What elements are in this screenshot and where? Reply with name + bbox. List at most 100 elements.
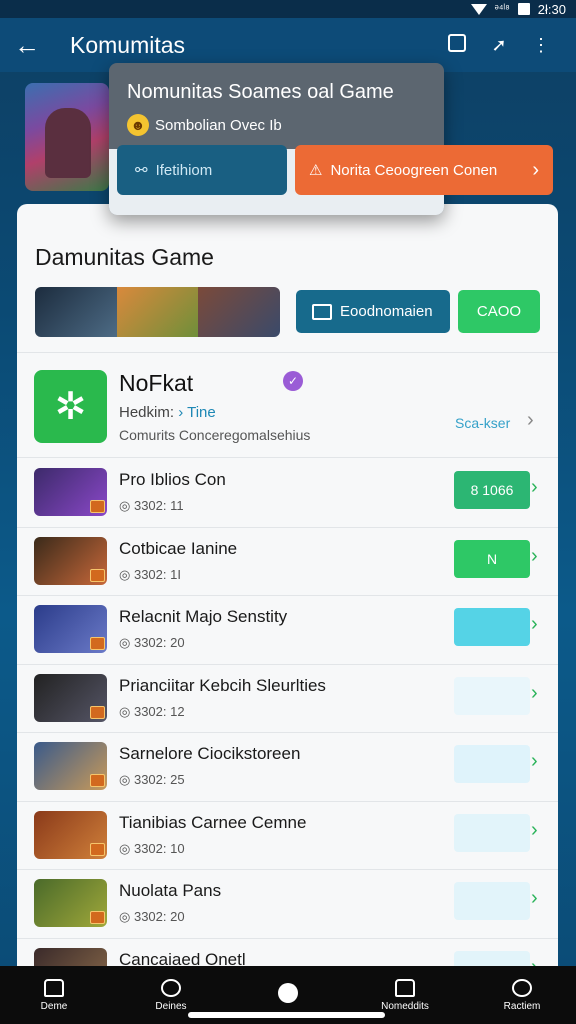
level-badge-icon	[90, 774, 105, 787]
emoji-icon: ☻	[127, 114, 149, 136]
divider	[17, 937, 558, 939]
nav-profile-label: Ractiem	[503, 1000, 541, 1012]
featured-sub-prefix: Hedkim:	[119, 404, 175, 421]
signal-text: ᵊ⁴ˡ⁸	[494, 3, 510, 15]
game-stat: ◎ 3302: 12	[119, 703, 185, 719]
popup-subtitle-text: Sombolian Ovec Ib	[155, 116, 282, 134]
divider	[17, 457, 558, 458]
game-thumbnail	[34, 673, 107, 722]
screenshots-strip[interactable]	[35, 287, 280, 337]
screenshot-thumb	[116, 287, 199, 337]
popup-dialog: Nomunitas Soames oal Game ☻ Sombolian Ov…	[109, 63, 553, 215]
list-item[interactable]: Sarnelore Ciocikstoreen ◎ 3302: 25 ›	[17, 734, 558, 802]
primary-action-label: Eoodnomaien	[340, 303, 433, 320]
featured-subtitle: Hedkim: › Tine	[119, 404, 216, 421]
community-banner-image	[25, 83, 109, 191]
featured-link[interactable]: Sca-kser	[455, 415, 510, 431]
warning-icon: ⚠	[309, 162, 323, 179]
popup-right-button[interactable]: ⚠ Norita Ceoogreen Conen ›	[295, 145, 553, 195]
level-badge-icon	[90, 568, 105, 582]
list-item[interactable]: Nuolata Pans ◎ 3302: 20 ›	[17, 871, 558, 939]
featured-description: Comurits Conceregomalsehius	[119, 427, 311, 443]
featured-sub-link-text: Tine	[187, 404, 216, 421]
list-item[interactable]: Pro Iblios Con ◎ 3302: 11 8 1066 ›	[17, 460, 558, 528]
featured-app-icon[interactable]: ✲	[34, 370, 107, 443]
game-thumbnail	[34, 810, 107, 859]
home-indicator[interactable]	[188, 1012, 385, 1018]
verified-badge-icon: ✓	[283, 371, 303, 391]
window-icon[interactable]	[436, 33, 478, 57]
popup-buttons: ⚯ Ifetihiom ⚠ Norita Ceoogreen Conen ›	[117, 145, 553, 195]
back-arrow-icon[interactable]: ←	[14, 30, 54, 61]
home-icon	[44, 978, 64, 997]
profile-icon	[512, 978, 532, 997]
gallery-icon	[395, 978, 415, 997]
chevron-right-icon[interactable]: ›	[527, 409, 534, 432]
screenshot-thumb	[198, 287, 280, 337]
join-button[interactable]	[454, 813, 530, 852]
popup-title: Nomunitas Soames oal Game	[127, 81, 394, 103]
screenshot-thumb	[35, 287, 117, 337]
share-icon[interactable]: ➚	[478, 35, 520, 56]
game-name: Prianciitar Kebcih Sleurlties	[119, 675, 326, 695]
level-badge-icon	[90, 705, 105, 719]
divider	[17, 732, 558, 733]
popup-left-button-label: Ifetihiom	[155, 161, 213, 179]
chevron-right-icon[interactable]: ›	[531, 819, 538, 842]
link-icon: ⚯	[135, 162, 148, 179]
chevron-right-icon[interactable]: ›	[531, 750, 538, 773]
game-stat: ◎ 3302: 20	[119, 909, 185, 924]
join-button[interactable]: N	[454, 539, 530, 578]
join-button[interactable]	[454, 745, 530, 783]
popup-left-button[interactable]: ⚯ Ifetihiom	[117, 145, 287, 195]
green-action-button[interactable]: CAOO	[458, 290, 540, 333]
list-item[interactable]: Cotbicae Ianine ◎ 3302: 1I N ›	[17, 529, 558, 597]
divider	[17, 800, 558, 802]
game-stat-text: 3302: 20	[133, 635, 185, 650]
primary-action-button[interactable]: Eoodnomaien	[296, 290, 450, 333]
game-stat: ◎ 3302: 25	[119, 772, 185, 787]
status-bar: ᵊ⁴ˡ⁸ 2ł:30	[0, 0, 576, 18]
game-name: Sarnelore Ciocikstoreen	[119, 744, 301, 763]
join-button-label: N	[486, 550, 498, 567]
join-button[interactable]	[454, 882, 530, 920]
nav-games[interactable]: Deines	[131, 978, 211, 1012]
chevron-right-icon[interactable]: ›	[531, 545, 538, 568]
page-title: Komumitas	[70, 31, 186, 58]
list-item[interactable]: Prianciitar Kebcih Sleurlties ◎ 3302: 12 ›	[17, 666, 558, 734]
list-item[interactable]: Tianibias Carnee Cemne ◎ 3302: 10 ›	[17, 803, 558, 871]
featured-sub-link[interactable]: › Tine	[178, 404, 216, 421]
battery-icon	[517, 3, 530, 15]
nav-communities[interactable]: Nomeddits	[365, 978, 445, 1012]
chevron-right-icon[interactable]: ›	[531, 476, 538, 499]
chevron-right-icon[interactable]: ›	[531, 613, 538, 636]
chevron-right-icon: ›	[532, 158, 539, 181]
game-name: Pro Iblios Con	[119, 470, 226, 489]
list-item[interactable]: Relacnit Majo Senstity ◎ 3302: 20 ›	[17, 597, 558, 665]
nav-profile[interactable]: Ractiem	[482, 978, 562, 1012]
join-button[interactable]: 8 1066	[454, 471, 530, 509]
game-stat: ◎ 3302: 1I	[119, 566, 181, 582]
game-stat-text: 3302: 10	[133, 840, 185, 856]
chevron-right-icon[interactable]: ›	[531, 682, 538, 705]
game-stat: ◎ 3302: 10	[119, 840, 185, 856]
chevron-right-icon[interactable]: ›	[531, 887, 538, 910]
more-vert-icon[interactable]: ⋮	[520, 35, 562, 56]
nav-center[interactable]	[248, 983, 328, 1007]
game-stat-text: 3302: 12	[133, 703, 185, 719]
join-button[interactable]	[454, 608, 530, 646]
clock: 2ł:30	[537, 1, 566, 17]
game-name: Nuolata Pans	[119, 881, 222, 900]
tablet-icon	[312, 303, 332, 320]
game-stat: ◎ 3302: 20	[119, 635, 185, 650]
level-badge-icon	[90, 842, 105, 856]
game-name: Tianibias Carnee Cemne	[119, 812, 307, 832]
game-thumbnail	[34, 879, 107, 927]
level-badge-icon	[90, 911, 105, 924]
game-stat-text: 3302: 20	[133, 909, 185, 924]
join-button[interactable]	[454, 676, 530, 715]
nav-home[interactable]: Deme	[14, 978, 94, 1012]
card-title: Damunitas Game	[35, 244, 214, 270]
game-stat-text: 3302: 25	[133, 772, 185, 787]
wifi-icon	[470, 3, 487, 15]
